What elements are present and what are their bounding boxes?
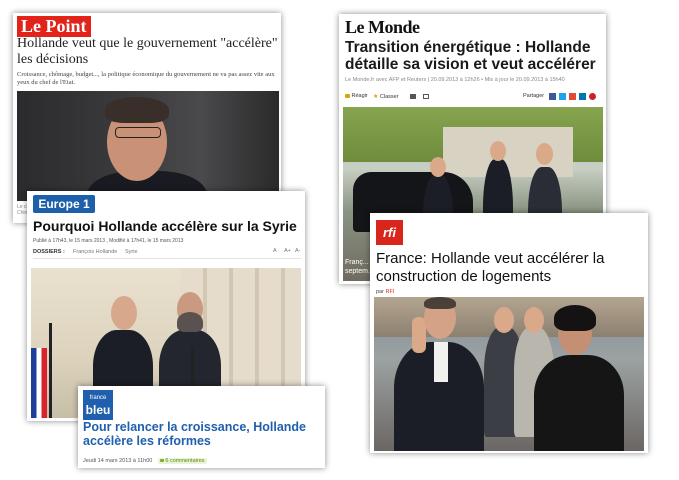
lepoint-logo[interactable]: Le Point <box>17 16 91 37</box>
share-label: Partager <box>523 93 545 99</box>
save-button[interactable]: ★ Classer <box>373 93 399 100</box>
react-button[interactable]: Réagir <box>345 93 368 99</box>
increase-font-button[interactable]: A+ <box>284 248 291 254</box>
dossier-link-syrie[interactable]: Syrie <box>125 249 138 255</box>
dossiers-label: DOSSIERS : <box>33 249 65 255</box>
print-icon[interactable] <box>410 94 416 99</box>
rfi-logo[interactable]: rfi <box>376 220 403 245</box>
europe1-headline[interactable]: Pourquoi Hollande accélère sur la Syrie <box>33 218 303 234</box>
pinterest-icon[interactable] <box>589 93 596 100</box>
dossier-link-hollande[interactable]: François Hollande <box>73 249 117 255</box>
rfi-author-link[interactable]: RFI <box>385 289 394 295</box>
email-icon[interactable] <box>423 94 429 99</box>
reset-font-button[interactable]: A <box>273 248 277 254</box>
lemonde-toolbar: Réagir ★ Classer Partager <box>343 91 603 103</box>
lemonde-headline[interactable]: Transition énergétique : Hollande détail… <box>345 39 603 73</box>
comment-bubble-icon <box>159 459 164 463</box>
francebleu-logo[interactable]: france bleu <box>83 390 113 420</box>
lepoint-headline[interactable]: Hollande veut que le gouvernement "accél… <box>17 36 279 68</box>
french-flag <box>31 348 47 418</box>
francebleu-article-card[interactable]: france bleu Pour relancer la croissance,… <box>78 386 325 468</box>
twitter-icon[interactable] <box>559 93 566 100</box>
comments-badge[interactable]: 6 commentaires <box>157 458 207 464</box>
decrease-font-button[interactable]: A- <box>295 248 301 254</box>
linkedin-icon[interactable] <box>579 93 586 100</box>
lemonde-logo[interactable]: Le Monde <box>345 17 420 38</box>
speech-bubble-icon <box>345 93 350 98</box>
star-icon: ★ <box>373 94 379 100</box>
rfi-article-card[interactable]: rfi France: Hollande veut accélérer la c… <box>370 213 648 453</box>
francebleu-meta: Jeudi 14 mars 2013 à 11h00 6 commentaire… <box>83 458 207 464</box>
europe1-meta: Publié à 17h43, le 15 mars 2013 , Modifi… <box>33 238 184 244</box>
rfi-headline[interactable]: France: Hollande veut accélérer la const… <box>376 250 644 286</box>
rfi-photo-hollande-duflot <box>374 297 644 451</box>
rfi-byline: par RFI <box>376 289 395 295</box>
facebook-icon[interactable] <box>549 93 556 100</box>
europe1-dossiers-bar: DOSSIERS : François Hollande Syrie A A+ … <box>33 248 301 259</box>
europe1-logo[interactable]: Europe 1 <box>33 195 95 213</box>
lepoint-summary: Croissance, chômage, budget..., la polit… <box>17 71 275 86</box>
francebleu-headline[interactable]: Pour relancer la croissance, Hollande ac… <box>83 420 323 448</box>
googleplus-icon[interactable] <box>569 93 576 100</box>
lepoint-photo-hollande <box>17 91 279 201</box>
lemonde-photo-caption: Franç... septem... <box>345 259 374 275</box>
lemonde-byline: Le Monde.fr avec AFP et Reuters | 20.09.… <box>345 77 565 83</box>
